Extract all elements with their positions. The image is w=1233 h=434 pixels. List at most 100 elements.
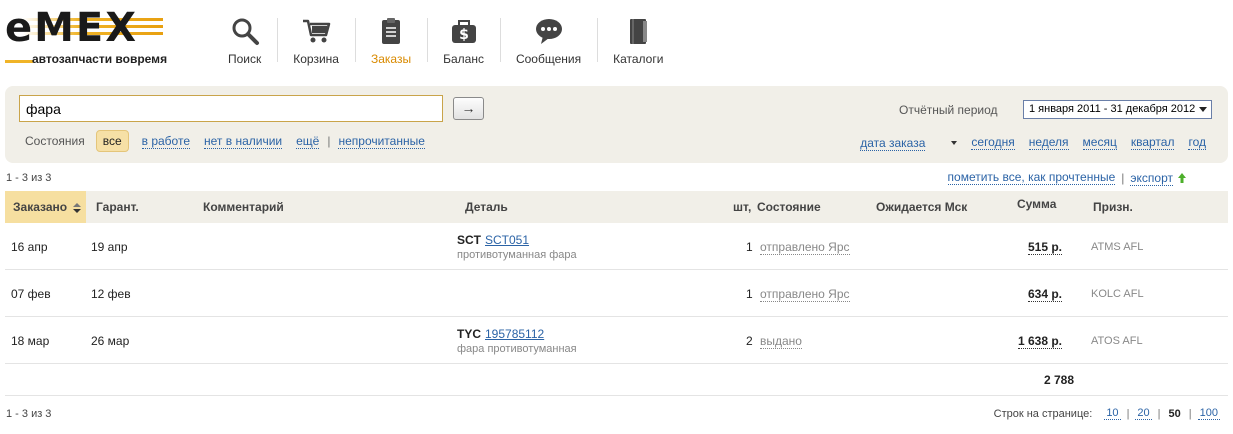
status-link[interactable]: выдано bbox=[760, 334, 802, 349]
cell-qty: 1 bbox=[746, 240, 753, 254]
cell-state: выдано bbox=[760, 334, 802, 349]
page-size-50: 50 bbox=[1168, 407, 1181, 420]
page-size-10[interactable]: 10 bbox=[1104, 407, 1121, 420]
part-number-link[interactable]: SCT051 bbox=[485, 233, 529, 247]
logo-wordmark: eMEX bbox=[5, 5, 139, 51]
cell-guarantee: 12 фев bbox=[91, 287, 131, 301]
cell-ordered: 07 фев bbox=[11, 287, 51, 301]
part-description: противотуманная фара bbox=[457, 249, 577, 261]
cell-ordered: 18 мар bbox=[11, 334, 50, 348]
page-size-label: Строк на странице: bbox=[993, 407, 1093, 420]
range-quarter-link[interactable]: квартал bbox=[1130, 135, 1175, 150]
nav-search-label: Поиск bbox=[228, 52, 262, 66]
orders-table: Заказано Гарант. Комментарий Деталь шт, … bbox=[5, 191, 1228, 396]
date-range-filters: дата заказа сегодня неделя месяц квартал… bbox=[860, 135, 1206, 151]
nav-messages[interactable]: Сообщения bbox=[499, 12, 597, 68]
search-icon bbox=[232, 18, 259, 45]
period-value: 1 января 2011 - 31 декабря 2012 bbox=[1029, 103, 1196, 115]
status-link[interactable]: отправлено Ярс bbox=[760, 240, 850, 255]
cell-sum: 1 638 р. bbox=[1017, 334, 1062, 349]
date-sort-dropdown[interactable]: дата заказа bbox=[860, 135, 958, 151]
filter-panel: → Отчётный период 1 января 2011 - 31 дек… bbox=[5, 86, 1228, 163]
sum-value[interactable]: 1 638 р. bbox=[1017, 334, 1062, 349]
range-week-link[interactable]: неделя bbox=[1028, 135, 1069, 150]
cell-state: отправлено Ярс bbox=[760, 240, 850, 255]
cell-state: отправлено Ярс bbox=[760, 287, 850, 302]
cell-sum: 515 р. bbox=[1027, 240, 1062, 255]
col-sum: Сумма bbox=[1017, 197, 1057, 211]
logo-tag-bar bbox=[5, 60, 33, 63]
cell-sign: ATMS AFL bbox=[1091, 241, 1144, 253]
col-comment: Комментарий bbox=[203, 200, 284, 214]
col-expected: Ожидается Мск bbox=[876, 200, 968, 214]
mark-all-read-link[interactable]: пометить все, как прочтенные bbox=[947, 170, 1116, 185]
nav-balance-label: Баланс bbox=[443, 52, 484, 66]
emex-logo[interactable]: eMEX автозапчасти вовремя bbox=[5, 5, 175, 66]
cell-qty: 1 bbox=[746, 287, 753, 301]
export-link[interactable]: экспорт bbox=[1130, 170, 1173, 186]
part-brand: TYC bbox=[457, 327, 481, 341]
logo-tagline: автозапчасти вовремя bbox=[32, 52, 168, 66]
cart-icon bbox=[303, 19, 331, 43]
table-header: Заказано Гарант. Комментарий Деталь шт, … bbox=[5, 191, 1228, 223]
nav-balance[interactable]: $ Баланс bbox=[427, 12, 500, 68]
nav-messages-label: Сообщения bbox=[515, 52, 582, 66]
export-group: экспорт bbox=[1130, 170, 1186, 186]
col-ordered-label: Заказано bbox=[13, 200, 68, 214]
col-sign: Призн. bbox=[1093, 200, 1133, 214]
state-unavailable-link[interactable]: нет в наличии bbox=[204, 134, 283, 149]
part-number-link[interactable]: 195785112 bbox=[485, 327, 544, 341]
col-guarantee[interactable]: Гарант. bbox=[96, 200, 139, 214]
nav-search[interactable]: Поиск bbox=[212, 12, 277, 68]
period-label: Отчётный период bbox=[899, 103, 998, 117]
status-link[interactable]: отправлено Ярс bbox=[760, 287, 850, 302]
states-label: Состояния bbox=[25, 134, 85, 148]
result-count-bottom: 1 - 3 из 3 bbox=[6, 408, 52, 420]
states-separator: | bbox=[327, 134, 331, 148]
state-in-work-link[interactable]: в работе bbox=[141, 134, 190, 149]
cell-ordered: 16 апр bbox=[11, 240, 48, 254]
state-all-chip[interactable]: все bbox=[95, 130, 129, 152]
table-row[interactable]: 18 мар 26 мар TYC 195785112 фара противот… bbox=[5, 317, 1228, 364]
range-year-link[interactable]: год bbox=[1188, 135, 1206, 150]
cell-sign: KOLC AFL bbox=[1091, 288, 1144, 300]
search-go-button[interactable]: → bbox=[453, 97, 484, 120]
col-state: Состояние bbox=[757, 200, 821, 214]
cell-guarantee: 26 мар bbox=[91, 334, 130, 348]
date-sort-label: дата заказа bbox=[860, 135, 926, 151]
search-input[interactable] bbox=[19, 95, 443, 122]
pager-separator: | bbox=[1157, 407, 1161, 420]
nav-catalogs-label: Каталоги bbox=[613, 52, 664, 66]
table-row[interactable]: 07 фев 12 фев 1 отправлено Ярс 634 р. KO… bbox=[5, 270, 1228, 317]
sum-value[interactable]: 634 р. bbox=[1027, 287, 1062, 302]
range-today-link[interactable]: сегодня bbox=[971, 135, 1015, 150]
range-month-link[interactable]: месяц bbox=[1082, 135, 1117, 150]
total-row: 2 788 bbox=[5, 364, 1228, 396]
cell-qty: 2 bbox=[746, 334, 753, 348]
table-row[interactable]: 16 апр 19 апр SCT SCT051 противотуманная … bbox=[5, 223, 1228, 270]
nav-cart[interactable]: Корзина bbox=[277, 12, 355, 68]
total-sum: 2 788 bbox=[1043, 373, 1074, 387]
result-count-top: 1 - 3 из 3 bbox=[6, 172, 52, 184]
nav-orders-label: Заказы bbox=[370, 52, 412, 66]
col-ordered[interactable]: Заказано bbox=[13, 200, 82, 214]
nav-cart-label: Корзина bbox=[293, 52, 339, 66]
state-unread-link[interactable]: непрочитанные bbox=[338, 134, 425, 149]
books-icon bbox=[630, 19, 648, 44]
page-size-20[interactable]: 20 bbox=[1135, 407, 1152, 420]
svg-text:$: $ bbox=[459, 27, 469, 43]
chat-bubble-icon bbox=[535, 19, 562, 44]
col-qty: шт, bbox=[733, 200, 752, 214]
sum-value[interactable]: 515 р. bbox=[1027, 240, 1062, 255]
actions-separator: | bbox=[1121, 170, 1125, 185]
money-bag-icon: $ bbox=[451, 20, 476, 43]
nav-catalogs[interactable]: Каталоги bbox=[597, 12, 679, 68]
page-size-selector: Строк на странице: 10 | 20 | 50 | 100 bbox=[994, 407, 1220, 420]
cell-part: TYC 195785112 фара противотуманная bbox=[457, 327, 577, 355]
page-size-100[interactable]: 100 bbox=[1197, 407, 1220, 420]
chevron-down-icon bbox=[1199, 107, 1207, 112]
period-select[interactable]: 1 января 2011 - 31 декабря 2012 bbox=[1023, 100, 1212, 119]
nav-orders[interactable]: Заказы bbox=[354, 12, 427, 68]
state-more-link[interactable]: ещё bbox=[296, 134, 320, 149]
export-arrow-icon bbox=[1178, 172, 1186, 183]
